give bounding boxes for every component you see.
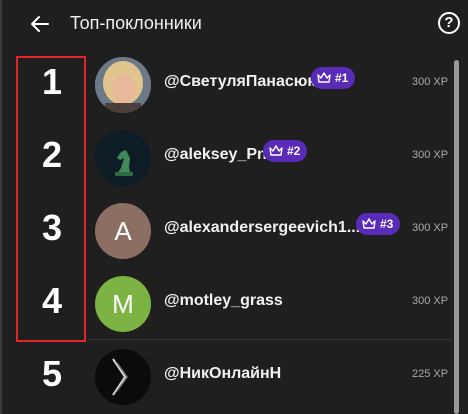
- xp-value: 300 XP: [412, 76, 449, 88]
- badge-label: #3: [380, 217, 394, 231]
- xp-value: 225 XP: [412, 368, 449, 380]
- fan-username[interactable]: @НикОнлайнН: [164, 365, 281, 383]
- badge-label: #1: [335, 71, 349, 85]
- avatar[interactable]: [95, 349, 151, 405]
- xp-value: 300 XP: [412, 149, 449, 161]
- xp-value: 300 XP: [412, 222, 449, 234]
- fan-username[interactable]: @alexandersergeevich1...: [164, 219, 360, 237]
- avatar[interactable]: M: [95, 276, 151, 332]
- highlight-box: [16, 56, 86, 342]
- fan-username[interactable]: @motley_grass: [164, 292, 283, 310]
- crown-icon: [362, 218, 376, 229]
- crown-icon: [269, 145, 283, 156]
- rank-badge: #1: [311, 67, 356, 89]
- list-item[interactable]: 5 @НикОнлайнН 225 XP: [2, 341, 452, 414]
- divider: [88, 339, 452, 340]
- page-title: Топ-поклонники: [70, 13, 202, 33]
- xp-value: 300 XP: [412, 295, 449, 307]
- crown-icon: [317, 72, 331, 83]
- rank-number: 5: [41, 353, 63, 394]
- rank-badge: #3: [356, 213, 401, 235]
- scrollbar[interactable]: [454, 60, 459, 414]
- avatar[interactable]: A: [95, 203, 151, 259]
- question-circle-icon[interactable]: ?: [438, 12, 460, 34]
- fan-username[interactable]: @aleksey_Pn: [164, 146, 267, 164]
- avatar[interactable]: [95, 57, 151, 113]
- fan-username[interactable]: @СветуляПанасюк: [164, 73, 315, 91]
- rank-badge: #2: [263, 140, 308, 162]
- arrow-left-icon[interactable]: [28, 12, 52, 36]
- avatar[interactable]: [95, 130, 151, 186]
- badge-label: #2: [287, 144, 301, 158]
- header: Топ-поклонники ?: [2, 0, 468, 48]
- top-fans-panel: Топ-поклонники ? 1 @СветуляПанасюк #1 30…: [0, 0, 468, 414]
